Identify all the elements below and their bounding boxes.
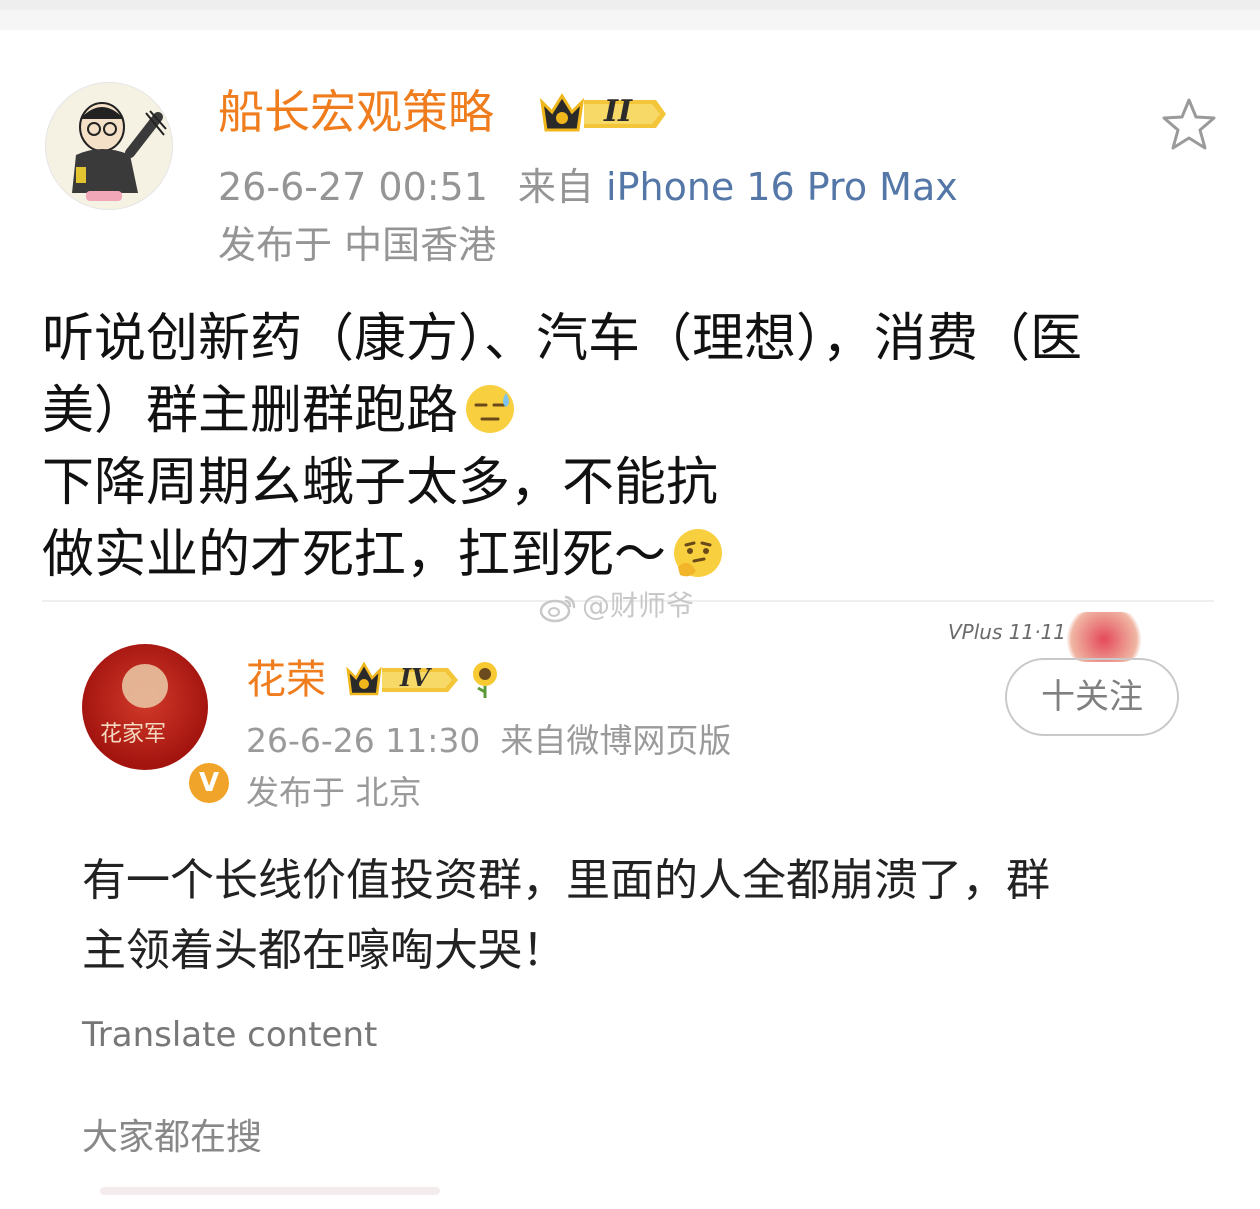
author-level-label: II — [604, 94, 633, 129]
post-meta: 26-6-27 00:51 来自 iPhone 16 Pro Max — [218, 162, 958, 212]
embedded-post-line: 主领着头都在嚎啕大哭！ — [82, 925, 566, 976]
post-device-link[interactable]: iPhone 16 Pro Max — [606, 165, 958, 209]
embedded-post-line: 有一个长线价值投资群，里面的人全都崩溃了，群 — [82, 855, 1050, 906]
post-line: 美）群主删群跑路 — [42, 381, 459, 441]
embedded-source: 来自微博网页版 — [500, 721, 732, 760]
status-strip — [0, 0, 1260, 10]
favorite-star-icon[interactable] — [1160, 96, 1218, 152]
author-avatar[interactable] — [45, 82, 173, 210]
post-location: 发布于 中国香港 — [218, 223, 497, 267]
sweat-emoji-icon — [466, 385, 515, 433]
post-timestamp: 26-6-27 00:51 — [218, 165, 488, 209]
embedded-location: 发布于 北京 — [246, 773, 422, 812]
status-strip-shadow — [0, 10, 1260, 30]
post-source-prefix: 来自 — [517, 165, 594, 209]
follow-button: 十关注 — [1005, 658, 1179, 736]
sunflower-icon — [473, 662, 497, 698]
avatar-crest-icon — [122, 664, 168, 708]
post-line: 听说创新药（康方）、汽车（理想），消费（医 — [42, 309, 1083, 369]
vplus-label: VPlus 11·11 — [948, 620, 1067, 644]
embedded-timestamp: 26-6-26 11:30 — [246, 721, 481, 760]
crown-level-badge-icon — [539, 93, 666, 132]
embedded-author-avatar: 花家军 V — [82, 644, 232, 806]
trending-search-label: 大家都在搜 — [82, 1117, 263, 1158]
author-name[interactable]: 船长宏观策略 — [218, 82, 494, 142]
post-line: 做实业的才死扛，扛到死～ — [42, 525, 667, 585]
embedded-cutoff — [100, 1187, 440, 1195]
avatar-brand-text: 花家军 — [100, 722, 167, 747]
embedded-level-label: IV — [400, 663, 430, 692]
embedded-meta: 26-6-26 11:30 来自微博网页版 — [246, 718, 731, 764]
embedded-post-body: 有一个长线价值投资群，里面的人全都崩溃了，群 主领着头都在嚎啕大哭！ — [82, 846, 1202, 986]
post-line: 下降周期幺蛾子太多，不能抗 — [42, 453, 719, 513]
vplus-decoration-icon — [1062, 612, 1146, 662]
verified-badge-icon: V — [186, 760, 232, 806]
embedded-post-screenshot: 花家军 V 花荣 IV VPlus 11·11 十关注 26-6-26 11:3… — [60, 612, 1210, 1202]
thinking-emoji-icon — [674, 529, 723, 577]
post-body: 听说创新药（康方）、汽车（理想），消费（医 美）群主删群跑路 下降周期幺蛾子太多… — [42, 303, 1222, 591]
translate-content-link: Translate content — [82, 1015, 378, 1055]
post-line-with-emoji: 做实业的才死扛，扛到死～ — [42, 519, 1222, 591]
post-line-with-emoji: 美）群主删群跑路 — [42, 375, 1222, 447]
embedded-author-name: 花荣 — [246, 657, 326, 703]
